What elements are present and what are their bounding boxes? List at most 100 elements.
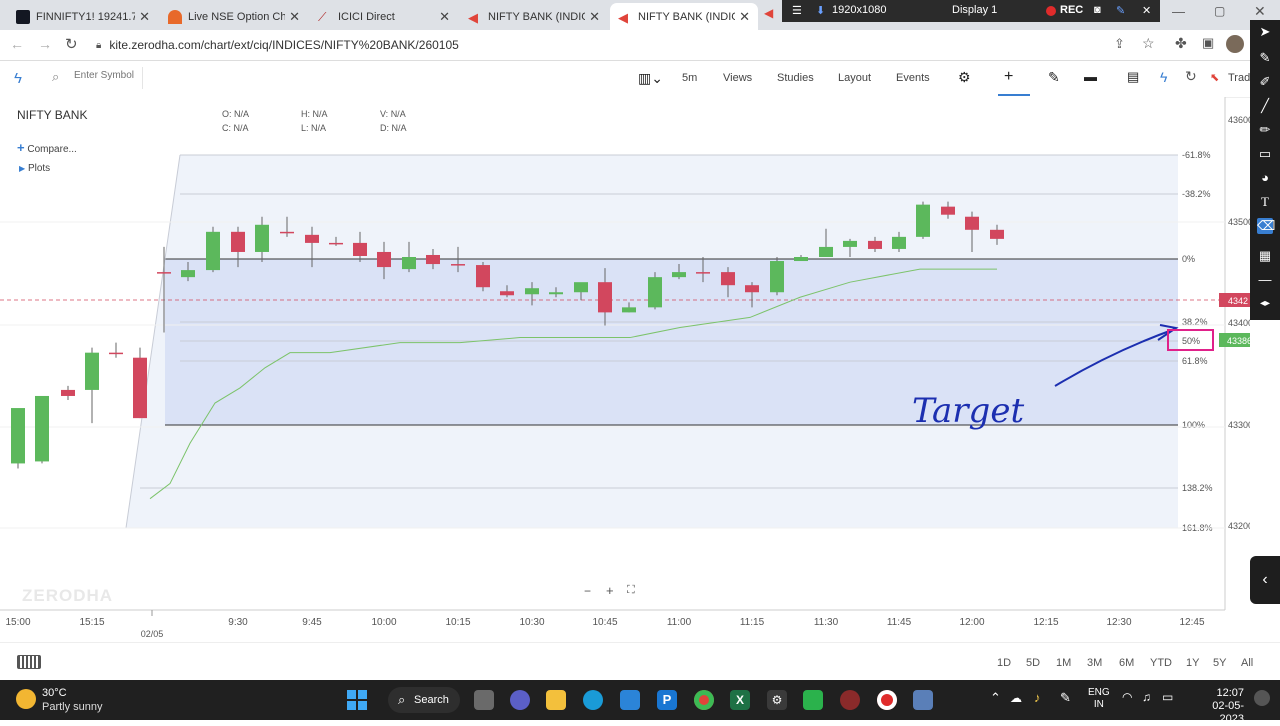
- candle-up[interactable]: [819, 246, 833, 257]
- notifications-icon[interactable]: [1254, 690, 1270, 706]
- brush-icon[interactable]: ✏: [1257, 122, 1273, 138]
- candle-up[interactable]: [181, 270, 195, 278]
- close-icon[interactable]: ✕: [1142, 4, 1151, 17]
- chevron-up-icon[interactable]: ⌃: [990, 690, 1001, 706]
- camera-icon[interactable]: ◙: [1094, 4, 1101, 16]
- reload-icon[interactable]: ↻: [65, 35, 78, 53]
- palette-icon[interactable]: ◕: [1257, 170, 1273, 186]
- weather-icon[interactable]: [16, 689, 36, 709]
- range-ytd[interactable]: YTD: [1150, 657, 1172, 669]
- plots-toggle[interactable]: ▶ Plots: [19, 163, 50, 174]
- candle-down[interactable]: [941, 206, 955, 215]
- trade-button[interactable]: Trad: [1228, 72, 1250, 84]
- candle-up[interactable]: [85, 352, 99, 390]
- browser-tab[interactable]: ◀ NIFTY BANK (INDICES ✕: [460, 3, 608, 30]
- file-explorer-icon[interactable]: [546, 690, 566, 710]
- candle-down[interactable]: [965, 216, 979, 230]
- range-1m[interactable]: 1M: [1056, 657, 1071, 669]
- dash-icon[interactable]: —: [1257, 272, 1273, 288]
- compare-button[interactable]: + Compare...: [17, 140, 77, 155]
- range-1d[interactable]: 1D: [997, 657, 1011, 669]
- range-3m[interactable]: 3M: [1087, 657, 1102, 669]
- chat-icon[interactable]: [510, 690, 530, 710]
- star-icon[interactable]: ☆: [1142, 35, 1155, 52]
- table-icon[interactable]: ▤: [1127, 69, 1139, 85]
- browser-tab[interactable]: ⟋ ICICI Direct ✕: [310, 3, 458, 30]
- pen-icon[interactable]: ✎: [1116, 4, 1125, 17]
- candle-up[interactable]: [794, 257, 808, 262]
- taskbar-search[interactable]: ⌕ Search: [388, 687, 460, 713]
- candle-up[interactable]: [35, 395, 49, 462]
- range-5y[interactable]: 5Y: [1213, 657, 1226, 669]
- browser-tab[interactable]: Live NSE Option Chai ✕: [160, 3, 308, 30]
- app-icon[interactable]: [840, 690, 860, 710]
- whatsapp-icon[interactable]: [803, 690, 823, 710]
- pen-icon[interactable]: ✎: [1060, 690, 1071, 706]
- text-icon[interactable]: T: [1257, 194, 1273, 210]
- line-icon[interactable]: ╱: [1257, 98, 1273, 114]
- microphone-icon[interactable]: ♪: [1034, 690, 1041, 705]
- kite-icon[interactable]: ◀: [764, 6, 773, 20]
- zoom-in-icon[interactable]: +: [606, 583, 614, 598]
- candle-up[interactable]: [11, 408, 25, 464]
- candle-up[interactable]: [622, 307, 636, 313]
- lightning-icon[interactable]: ϟ: [1160, 69, 1167, 85]
- close-icon[interactable]: ✕: [289, 9, 300, 25]
- candle-down[interactable]: [353, 242, 367, 256]
- candle-down[interactable]: [696, 272, 710, 274]
- windows-start-icon[interactable]: [347, 690, 367, 710]
- candle-up[interactable]: [843, 240, 857, 247]
- range-1y[interactable]: 1Y: [1186, 657, 1199, 669]
- candle-up[interactable]: [206, 231, 220, 271]
- candle-down[interactable]: [157, 272, 171, 274]
- candle-down[interactable]: [598, 282, 612, 313]
- candle-down[interactable]: [305, 234, 319, 243]
- language-indicator[interactable]: ENG IN: [1088, 687, 1110, 711]
- weather-temp[interactable]: 30°C: [42, 687, 67, 699]
- url-field[interactable]: 🔒︎ kite.zerodha.com/chart/ext/ciq/INDICE…: [96, 34, 1096, 56]
- candle-down[interactable]: [868, 240, 882, 249]
- volume-icon[interactable]: ♫: [1142, 690, 1151, 704]
- chart-area[interactable]: -61.8% -38.2% 0% 38.2% 50% 61.8% 100% 138.2% 161…: [0, 97, 1250, 642]
- calculator-icon[interactable]: [913, 690, 933, 710]
- settings-icon[interactable]: ⚙: [767, 690, 787, 710]
- extensions-icon[interactable]: ✤: [1175, 35, 1187, 52]
- chrome-icon[interactable]: [694, 690, 714, 710]
- close-icon[interactable]: ✕: [439, 9, 450, 25]
- close-icon[interactable]: ✕: [739, 9, 750, 25]
- candle-down[interactable]: [133, 357, 147, 419]
- eraser-icon[interactable]: ⌫: [1257, 218, 1275, 234]
- candle-up[interactable]: [892, 236, 906, 249]
- candle-up[interactable]: [402, 257, 416, 270]
- search-input[interactable]: [72, 69, 142, 82]
- rectangle-icon[interactable]: ▭: [1257, 146, 1273, 162]
- candle-up[interactable]: [525, 288, 539, 295]
- display-label[interactable]: Display 1: [952, 4, 997, 16]
- rec-label[interactable]: REC: [1060, 4, 1083, 16]
- candle-down[interactable]: [329, 242, 343, 245]
- range-5d[interactable]: 5D: [1026, 657, 1040, 669]
- weather-desc[interactable]: Partly sunny: [42, 701, 103, 713]
- sidepanel-icon[interactable]: ▣: [1202, 35, 1214, 51]
- highlighter-icon[interactable]: ✐: [1257, 74, 1273, 90]
- studies-dropdown[interactable]: Studies: [777, 72, 814, 84]
- price-chart[interactable]: -61.8%-38.2%0%38.2%50%61.8%100%138.2%161…: [0, 97, 1250, 642]
- close-icon[interactable]: ✕: [139, 9, 150, 25]
- recorder-icon[interactable]: [877, 690, 897, 710]
- layout-dropdown[interactable]: Layout: [838, 72, 871, 84]
- mail-icon[interactable]: [620, 690, 640, 710]
- avatar[interactable]: [1226, 35, 1244, 53]
- keyboard-icon[interactable]: [17, 655, 41, 669]
- candle-up[interactable]: [770, 261, 784, 293]
- settings-icon[interactable]: ⚙: [958, 69, 971, 86]
- browser-tab[interactable]: FINNIFTY1! 19241.70 ✕: [8, 3, 158, 30]
- battery-icon[interactable]: ▭: [1162, 690, 1173, 704]
- refresh-icon[interactable]: ↻: [1185, 68, 1197, 85]
- views-dropdown[interactable]: Views: [723, 72, 752, 84]
- draw-icon[interactable]: ✎: [1048, 69, 1060, 86]
- candle-up[interactable]: [255, 224, 269, 252]
- share-icon[interactable]: ⇪: [1114, 36, 1125, 52]
- grid-icon[interactable]: ▦: [1257, 248, 1273, 264]
- candle-down[interactable]: [990, 229, 1004, 239]
- menu-icon[interactable]: ☰: [792, 4, 802, 17]
